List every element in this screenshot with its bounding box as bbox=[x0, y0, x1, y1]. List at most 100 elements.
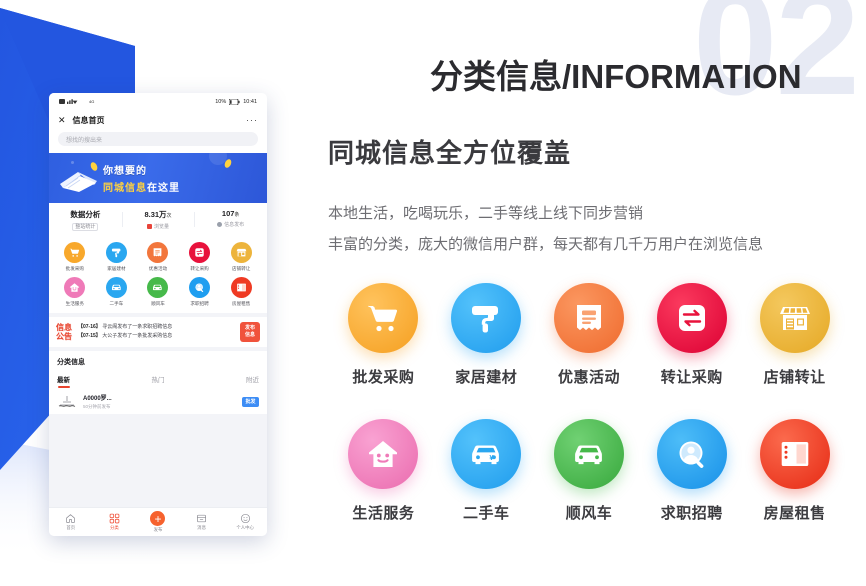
tabbar-item-profile[interactable]: 个人中心 bbox=[223, 513, 267, 531]
tab-hot[interactable]: 热门 bbox=[124, 374, 191, 384]
signal-icons bbox=[59, 99, 78, 104]
category-item-房屋租售[interactable]: 房屋租售 bbox=[743, 419, 846, 523]
phone-tab-bar: 首页 分类 + 发布 消息 个人中心 bbox=[49, 507, 267, 536]
category-item-顺风车[interactable]: 顺风车 bbox=[538, 419, 641, 523]
announcement-badge-line-2: 公告 bbox=[56, 332, 72, 341]
list-item-subtitle: 50分钟前发布 bbox=[83, 404, 111, 409]
category-item-二手车[interactable]: ¥ 二手车 bbox=[435, 419, 538, 523]
announcement-badge-line-1: 信息 bbox=[56, 323, 72, 332]
announcement-date: 【07-16】 bbox=[78, 324, 101, 330]
phone-category-item-5[interactable]: 生活服务 bbox=[54, 277, 96, 307]
phone-category-label: 房屋租售 bbox=[231, 301, 251, 306]
phone-status-bar: 4G 10% 10:41 bbox=[49, 93, 267, 110]
paint-roller-icon bbox=[105, 242, 127, 263]
status-network-label: 4G bbox=[89, 99, 95, 104]
phone-promo-banner[interactable]: 你想要的 同城信息在这里 bbox=[49, 153, 267, 203]
category-label: 生活服务 bbox=[352, 505, 415, 522]
list-item-meta: A0000罗... 50分钟前发布 bbox=[83, 393, 236, 410]
stats-posts-label-wrap: 信息发布 bbox=[194, 221, 267, 228]
category-item-优惠活动[interactable]: 优惠活动 bbox=[538, 283, 641, 387]
category-item-批发采购[interactable]: 批发采购 bbox=[332, 283, 435, 387]
tabbar-item-publish[interactable]: + 发布 bbox=[136, 511, 180, 533]
stats-posts-number: 107 bbox=[221, 209, 235, 218]
classified-list-item[interactable]: A0000罗... 50分钟前发布 批发 bbox=[49, 384, 267, 414]
slide-canvas: 02 分类信息/INFORMATION 同城信息全方位覆盖 本地生活，吃喝玩乐，… bbox=[0, 0, 866, 586]
stats-title: 数据分析 bbox=[70, 210, 101, 219]
announcement-badge: 信息 公告 bbox=[56, 323, 72, 341]
tabbar-item-home[interactable]: 首页 bbox=[49, 513, 93, 531]
announcement-date: 【07-15】 bbox=[78, 333, 101, 339]
search-input[interactable]: 想找的搜出来 bbox=[58, 132, 258, 146]
smiling-house-icon bbox=[64, 277, 86, 298]
receipt-icon bbox=[147, 242, 169, 263]
category-item-店铺转让[interactable]: 店铺转让 bbox=[743, 283, 846, 387]
stats-title-tag: 整站统计 bbox=[72, 223, 99, 231]
message-icon bbox=[197, 514, 207, 523]
car-yuan-icon bbox=[105, 277, 127, 298]
stats-posts-unit: 条 bbox=[234, 212, 240, 218]
phone-classified-section: 分类信息 最新 热门 附近 bbox=[49, 351, 267, 388]
category-label: 转让采购 bbox=[660, 369, 723, 386]
banner-line-2-rest: 在这里 bbox=[147, 183, 180, 194]
publish-info-button[interactable]: 发布 信息 bbox=[240, 322, 260, 342]
tabbar-label: 发布 bbox=[153, 527, 163, 532]
status-right-group: 10% 10:41 bbox=[215, 98, 257, 105]
tab-nearby[interactable]: 附近 bbox=[192, 374, 259, 384]
phone-mockup: 4G 10% 10:41 ✕ 信息首页 ··· 想找的搜出来 你想要的 同城信息… bbox=[49, 93, 267, 536]
tabbar-label: 消息 bbox=[197, 525, 206, 530]
car-icon bbox=[553, 419, 624, 489]
list-item-title: A0000罗... bbox=[83, 396, 112, 402]
announcement-row[interactable]: 【07-16】 寻云阁发布了一条求职招聘信息 bbox=[78, 323, 234, 332]
phone-category-item-0[interactable]: 批发采购 bbox=[54, 242, 96, 272]
phone-category-item-1[interactable]: 家居建材 bbox=[96, 242, 138, 272]
category-label: 求职招聘 bbox=[660, 505, 723, 522]
tabbar-label: 个人中心 bbox=[236, 525, 254, 530]
phone-category-item-7[interactable]: 顺风车 bbox=[137, 277, 179, 307]
stats-posts-label: 信息发布 bbox=[224, 222, 245, 228]
category-item-生活服务[interactable]: 生活服务 bbox=[332, 419, 435, 523]
more-icon[interactable]: ··· bbox=[246, 115, 258, 125]
receipt-icon bbox=[553, 283, 624, 353]
paint-roller-icon bbox=[451, 283, 522, 353]
phone-category-item-2[interactable]: 优惠活动 bbox=[137, 242, 179, 272]
phone-category-item-9[interactable]: 房屋租售 bbox=[220, 277, 262, 307]
category-label: 二手车 bbox=[462, 505, 510, 522]
category-label: 优惠活动 bbox=[557, 369, 620, 386]
exchange-arrows-icon bbox=[189, 242, 211, 263]
tabbar-label: 分类 bbox=[109, 525, 119, 530]
category-grid: 批发采购 家居建材 优惠活动 转让采购 店铺转让 生活服务 ¥ 二手车 顺风车 … bbox=[332, 283, 846, 523]
tabbar-item-category[interactable]: 分类 bbox=[93, 513, 137, 531]
open-book-illustration bbox=[57, 162, 101, 194]
phone-category-item-3[interactable]: 转让采购 bbox=[179, 242, 221, 272]
classified-tabs: 最新 热门 附近 bbox=[57, 374, 259, 388]
phone-page-title: 信息首页 bbox=[72, 115, 105, 125]
announcement-text: 大公子发布了一条批发采购信息 bbox=[102, 333, 173, 339]
tab-latest[interactable]: 最新 bbox=[57, 374, 124, 388]
phone-category-item-8[interactable]: 求职招聘 bbox=[179, 277, 221, 307]
storefront-icon bbox=[759, 283, 830, 353]
category-item-求职招聘[interactable]: 求职招聘 bbox=[640, 419, 743, 523]
category-item-家居建材[interactable]: 家居建材 bbox=[435, 283, 538, 387]
tabbar-item-message[interactable]: 消息 bbox=[180, 513, 224, 531]
publish-button-line-1: 发布 bbox=[244, 325, 255, 331]
page-title: 分类信息/INFORMATION bbox=[430, 58, 802, 95]
phone-category-item-6[interactable]: 二手车 bbox=[96, 277, 138, 307]
close-icon[interactable]: ✕ bbox=[58, 115, 66, 125]
category-item-转让采购[interactable]: 转让采购 bbox=[640, 283, 743, 387]
stats-title-tag-wrap: 整站统计 bbox=[49, 223, 122, 231]
shopping-cart-icon bbox=[348, 283, 419, 353]
stats-views-label-wrap: 浏览量 bbox=[122, 223, 195, 230]
stats-posts-value: 107条 bbox=[194, 209, 267, 218]
list-item-thumbnail bbox=[57, 394, 77, 409]
phone-category-item-4[interactable]: 店铺转让 bbox=[220, 242, 262, 272]
phone-category-label: 求职招聘 bbox=[190, 301, 209, 306]
tabbar-label: 首页 bbox=[66, 525, 76, 530]
phone-nav-bar: ✕ 信息首页 ··· bbox=[49, 110, 267, 130]
storefront-icon bbox=[230, 242, 252, 263]
stats-views-number: 8.31万 bbox=[144, 210, 167, 219]
announcement-row[interactable]: 【07-15】 大公子发布了一条批发采购信息 bbox=[78, 332, 234, 341]
car-yuan-icon: ¥ bbox=[451, 419, 522, 489]
status-signal-group: 4G bbox=[59, 98, 94, 105]
stats-views-value: 8.31万次 bbox=[122, 209, 195, 220]
plus-icon[interactable]: + bbox=[150, 511, 166, 526]
